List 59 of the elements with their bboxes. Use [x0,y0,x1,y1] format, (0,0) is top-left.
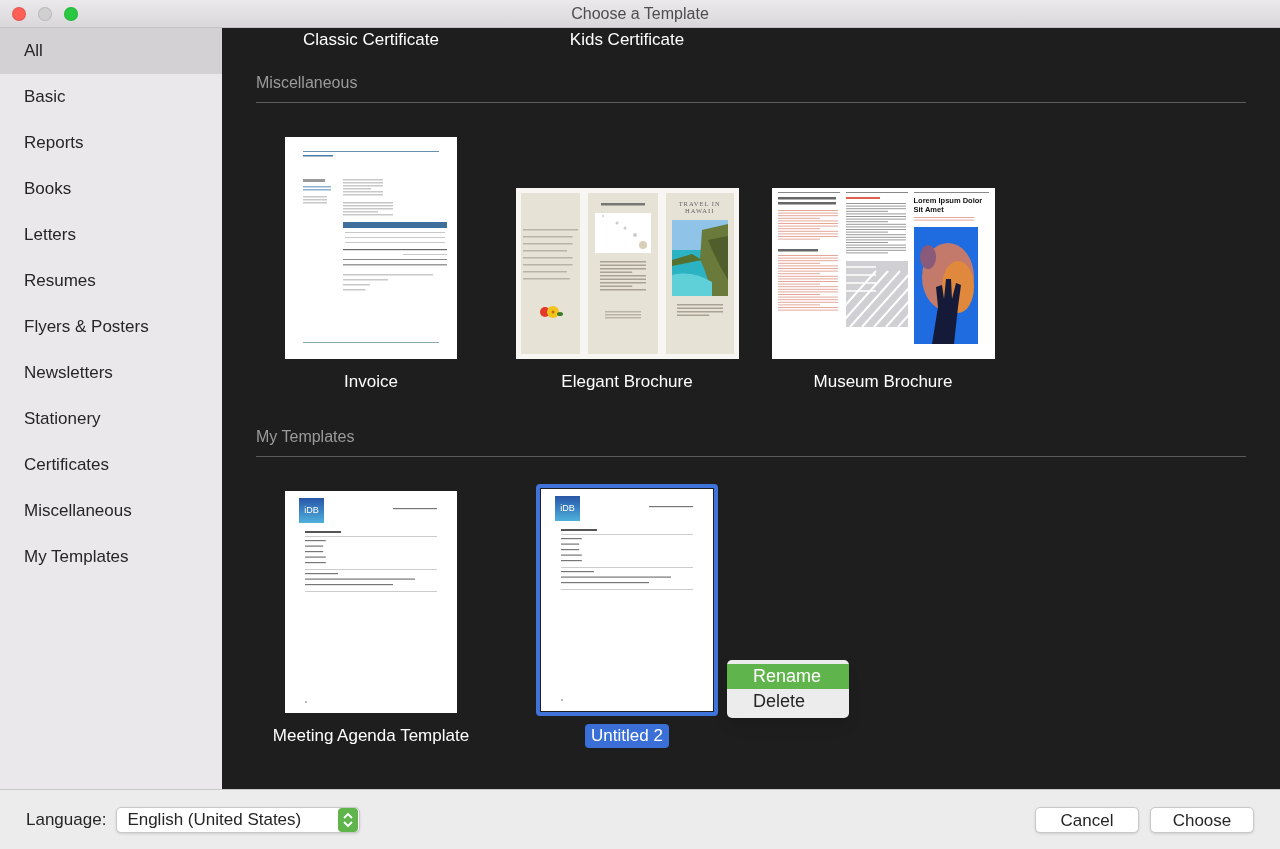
logo-tile: iDB [299,498,324,523]
section-heading: My Templates [256,427,356,447]
map-drawing [595,213,651,253]
sidebar-item[interactable]: Reports [0,120,222,166]
text-lines-drawing [303,196,327,205]
text-lines-drawing [561,529,597,531]
template-name: Elegant Brochure [560,371,694,393]
agenda-preview[interactable]: iDB [541,489,713,711]
text-lines-drawing [303,186,331,192]
template-name: Kids Certificate [569,30,685,50]
language-label: Language: [26,808,107,831]
template-name: Meeting Agenda Template [271,725,471,747]
tile-pattern-drawing [845,261,908,327]
text-lines-drawing [777,255,838,313]
text-lines-drawing [303,155,333,157]
sidebar-item[interactable]: Books [0,166,222,212]
text-lines-drawing [393,508,437,510]
text-lines-drawing [343,202,393,217]
footer-button[interactable]: Cancel [1035,806,1139,833]
text-lines-drawing [600,261,646,293]
text-lines-drawing [605,310,641,320]
sidebar-item[interactable]: Newsletters [0,350,222,396]
language-popup[interactable]: English (United States) [116,806,361,833]
template-name: Classic Certificate [302,30,439,50]
sidebar-item[interactable]: Stationery [0,396,222,442]
text-lines-drawing [845,203,906,255]
text-lines-drawing [777,249,818,253]
text-lines-drawing [303,179,325,182]
sidebar-item[interactable]: Flyers & Posters [0,304,222,350]
text-lines-drawing [913,217,974,223]
template-name: Invoice [343,371,399,393]
flower-icon [537,305,564,319]
sidebar-item[interactable]: My Templates [0,534,222,580]
menu-item[interactable]: Delete [727,689,849,714]
close-button[interactable] [12,7,26,21]
invoice-preview[interactable] [285,137,457,359]
window-title: Choose a Template [571,3,709,24]
sidebar-item[interactable]: Basic [0,74,222,120]
text-lines-drawing [676,304,723,319]
zoom-button[interactable] [64,7,78,21]
text-lines-drawing [649,506,693,508]
logo-tile: iDB [555,496,580,521]
text-lines-drawing [845,197,880,200]
text-lines-drawing [343,179,383,197]
sidebar-item[interactable]: Certificates [0,442,222,488]
text-lines-drawing [601,203,645,206]
text-lines-drawing [777,197,836,207]
template-name: Museum Brochure [812,371,954,393]
text-lines-drawing [305,531,341,533]
text-lines-drawing [777,210,838,242]
stepper-icon [338,807,359,832]
sidebar-item[interactable]: Resumes [0,258,222,304]
template-name: Untitled 2 [585,724,669,748]
agenda-preview[interactable]: iDB [285,491,457,713]
sidebar-item[interactable]: All [0,28,222,74]
sidebar-item[interactable]: Letters [0,212,222,258]
footer-button[interactable]: Choose [1150,806,1254,833]
section-heading: Miscellaneous [256,73,359,93]
sidebar-item[interactable]: Miscellaneous [0,488,222,534]
